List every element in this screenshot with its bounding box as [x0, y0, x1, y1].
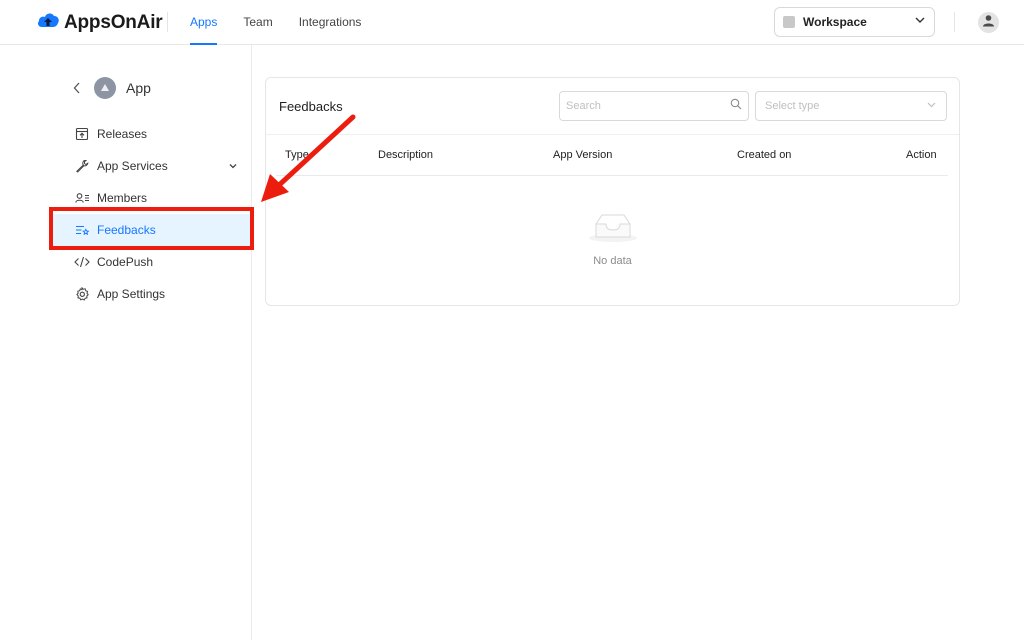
- chevron-down-icon: [926, 97, 937, 115]
- card-divider: [266, 134, 959, 135]
- search-icon[interactable]: [730, 97, 742, 115]
- column-header-description: Description: [378, 149, 434, 161]
- app-header: App: [70, 77, 151, 99]
- app-avatar: [94, 77, 116, 99]
- column-header-action: Action: [906, 149, 937, 161]
- chevron-down-icon: [228, 160, 238, 174]
- type-select-placeholder: Select type: [765, 100, 820, 112]
- code-icon: [74, 254, 90, 270]
- wrench-icon: [74, 158, 90, 174]
- sidebar-item-label: Members: [97, 191, 148, 205]
- annotation-arrow-icon: [261, 114, 356, 202]
- table-header-divider: [276, 175, 948, 176]
- search-box[interactable]: [559, 91, 749, 121]
- workspace-selector[interactable]: Workspace: [774, 7, 935, 37]
- app-name: App: [126, 80, 151, 96]
- sidebar-item-label: App Settings: [97, 287, 166, 301]
- nav-divider: [167, 12, 168, 32]
- workspace-swatch: [783, 16, 795, 28]
- nav-apps[interactable]: Apps: [190, 0, 218, 45]
- members-icon: [74, 190, 90, 206]
- empty-text: No data: [593, 255, 632, 267]
- sidebar-item-app-services[interactable]: App Services: [50, 150, 252, 182]
- cloud-upload-icon: [36, 10, 60, 35]
- column-header-created-on: Created on: [737, 149, 792, 161]
- column-header-app-version: App Version: [553, 149, 613, 161]
- user-avatar[interactable]: [978, 12, 999, 33]
- brand-name: AppsOnAir: [64, 11, 163, 33]
- chevron-down-icon: [914, 13, 926, 31]
- sidebar-item-label: App Services: [97, 159, 168, 173]
- back-icon[interactable]: [70, 78, 84, 98]
- sidebar-item-codepush[interactable]: CodePush: [50, 246, 252, 278]
- sidebar-item-label: CodePush: [97, 255, 154, 269]
- brand-logo[interactable]: AppsOnAir: [36, 10, 163, 35]
- search-input[interactable]: [566, 100, 730, 112]
- user-icon: [982, 14, 995, 32]
- empty-inbox-icon: [587, 214, 639, 248]
- nav-integrations[interactable]: Integrations: [299, 0, 362, 45]
- workspace-label: Workspace: [803, 15, 867, 29]
- type-select[interactable]: Select type: [755, 91, 947, 121]
- annotation-highlight-box: [49, 207, 254, 250]
- empty-state: No data: [266, 210, 959, 267]
- table-header: Type Description App Version Created on …: [266, 144, 959, 176]
- top-bar: AppsOnAir Apps Team Integrations Workspa…: [0, 0, 1024, 45]
- sidebar: App Releases App Services Members Feedba…: [0, 45, 252, 640]
- gear-icon: [74, 286, 90, 302]
- sidebar-item-app-settings[interactable]: App Settings: [50, 278, 252, 310]
- main-nav: Apps Team Integrations: [190, 0, 387, 45]
- feedbacks-card: Feedbacks Select type Type Description A…: [265, 77, 960, 306]
- sidebar-item-label: Releases: [97, 127, 148, 141]
- nav-team[interactable]: Team: [243, 0, 272, 45]
- header-divider: [954, 12, 955, 32]
- release-icon: [74, 126, 90, 142]
- sidebar-item-releases[interactable]: Releases: [50, 118, 252, 150]
